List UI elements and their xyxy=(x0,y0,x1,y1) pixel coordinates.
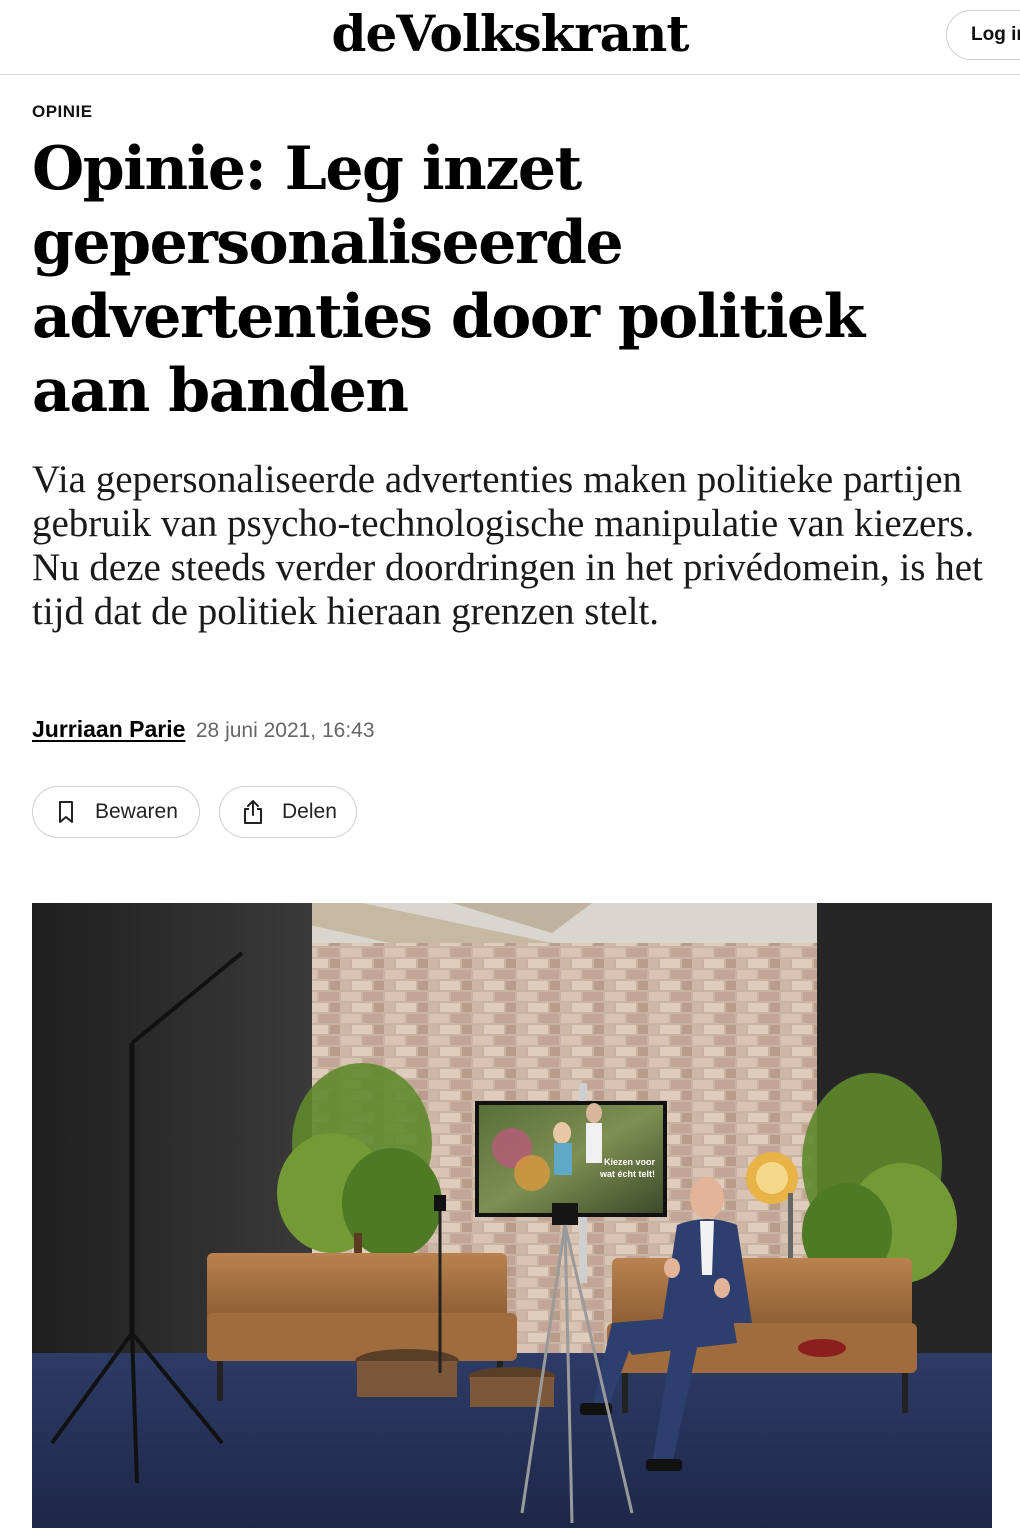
article-lead: Via gepersonaliseerde advertenties maken… xyxy=(32,458,983,633)
tv-caption-line2: wat écht telt! xyxy=(599,1169,655,1179)
site-logo[interactable]: deVolkskrant xyxy=(0,2,1020,66)
section-kicker[interactable]: OPINIE xyxy=(32,102,93,122)
share-icon xyxy=(240,798,266,826)
save-button[interactable]: Bewaren xyxy=(32,786,200,838)
share-label: Delen xyxy=(282,800,337,823)
byline: Jurriaan Parie 28 juni 2021, 16:43 xyxy=(32,716,375,743)
save-label: Bewaren xyxy=(95,800,178,823)
tv-caption-line1: Kiezen voor xyxy=(604,1157,656,1167)
bookmark-icon xyxy=(53,798,79,826)
article-photo: Kiezen voor wat écht telt! xyxy=(32,903,992,1528)
article-title: Opinie: Leg inzet gepersonaliseerde adve… xyxy=(32,134,865,426)
site-header: deVolkskrant Log in xyxy=(0,0,1020,75)
author-link[interactable]: Jurriaan Parie xyxy=(32,716,185,742)
publish-date: 28 juni 2021, 16:43 xyxy=(195,719,375,742)
login-button[interactable]: Log in xyxy=(946,10,1020,60)
share-button[interactable]: Delen xyxy=(219,786,357,838)
